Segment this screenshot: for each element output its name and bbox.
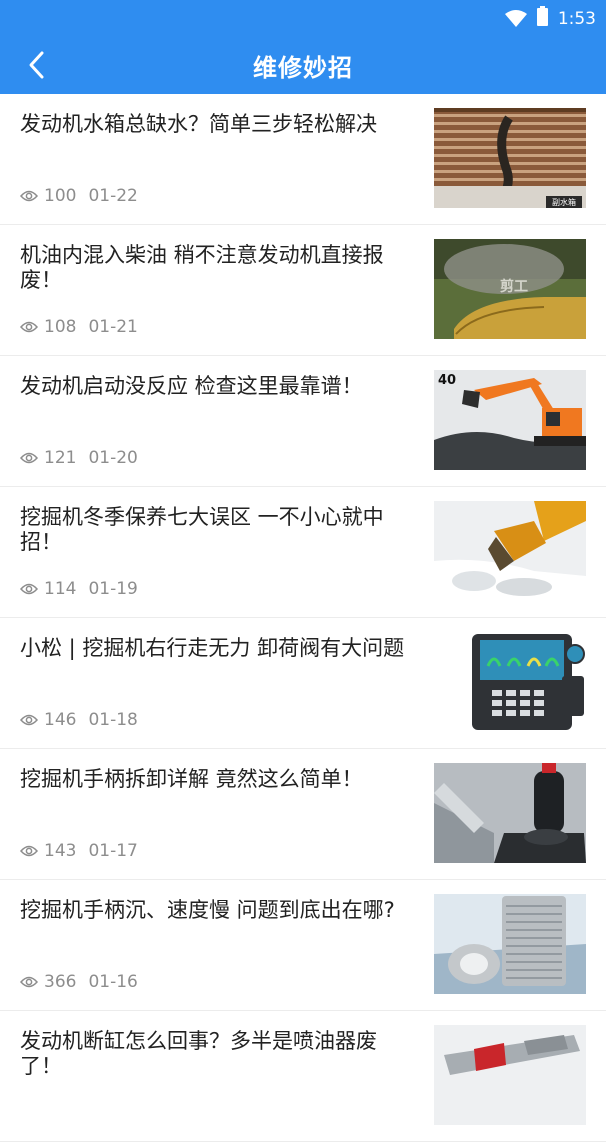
- article-thumbnail[interactable]: [434, 501, 586, 601]
- article-thumbnail[interactable]: 40: [434, 370, 586, 470]
- article-date: 01-20: [88, 448, 138, 468]
- view-count: 366: [44, 972, 77, 992]
- app-bar: 维修妙招: [0, 36, 606, 94]
- article-title: 发动机启动没反应 检查这里最靠谱！: [20, 374, 363, 398]
- status-bar: 1:53: [0, 0, 606, 36]
- view-count: 108: [44, 317, 77, 337]
- thumb-label: 40: [438, 373, 456, 388]
- article-meta: 143 01-17: [20, 841, 138, 861]
- article-thumbnail[interactable]: 剪工: [434, 239, 586, 339]
- article-title: 挖掘机手柄拆卸详解 竟然这么简单！: [20, 767, 363, 791]
- article-title: 挖掘机手柄沉、速度慢 问题到底出在哪?: [20, 898, 395, 922]
- thumb-label: 剪工: [500, 278, 528, 295]
- thumb-label: 副水箱: [552, 197, 576, 207]
- eye-icon: [20, 452, 38, 464]
- eye-icon: [20, 714, 38, 726]
- article-date: 01-19: [88, 579, 138, 599]
- battery-icon: [536, 6, 548, 31]
- eye-icon: [20, 845, 38, 857]
- list-item[interactable]: 发动机启动没反应 检查这里最靠谱！ 121 01-20 40: [0, 356, 606, 487]
- view-count: 114: [44, 579, 77, 599]
- article-thumbnail[interactable]: [434, 894, 586, 994]
- article-date: 01-16: [88, 972, 138, 992]
- article-date: 01-22: [88, 186, 138, 206]
- wifi-icon: [504, 9, 527, 28]
- article-meta: 121 01-20: [20, 448, 138, 468]
- list-item[interactable]: 挖掘机手柄拆卸详解 竟然这么简单！ 143 01-17: [0, 749, 606, 880]
- eye-icon: [20, 976, 38, 988]
- article-thumbnail[interactable]: [434, 632, 586, 732]
- article-title: 挖掘机冬季保养七大误区 一不小心就中招！: [20, 505, 384, 554]
- view-count: 143: [44, 841, 77, 861]
- view-count: 121: [44, 448, 77, 468]
- article-date: 01-18: [88, 710, 138, 730]
- eye-icon: [20, 190, 38, 202]
- article-title: 小松 | 挖掘机右行走无力 卸荷阀有大问题: [20, 636, 405, 660]
- view-count: 100: [44, 186, 77, 206]
- article-meta: 100 01-22: [20, 186, 138, 206]
- status-icons: 1:53: [504, 6, 596, 31]
- eye-icon: [20, 583, 38, 595]
- list-item[interactable]: 挖掘机手柄沉、速度慢 问题到底出在哪? 366 01-16: [0, 880, 606, 1011]
- article-title: 发动机断缸怎么回事？多半是喷油器废了！: [20, 1029, 377, 1078]
- list-item[interactable]: 小松 | 挖掘机右行走无力 卸荷阀有大问题 146 01-18: [0, 618, 606, 749]
- article-meta: 146 01-18: [20, 710, 138, 730]
- article-title: 机油内混入柴油 稍不注意发动机直接报废！: [20, 243, 384, 292]
- list-item[interactable]: 发动机水箱总缺水？简单三步轻松解决 100 01-22 副水箱: [0, 94, 606, 225]
- list-item[interactable]: 发动机断缸怎么回事？多半是喷油器废了！: [0, 1011, 606, 1142]
- article-list: 发动机水箱总缺水？简单三步轻松解决 100 01-22 副水箱 机油内混入柴油 …: [0, 94, 606, 1142]
- article-meta: 366 01-16: [20, 972, 138, 992]
- article-thumbnail[interactable]: 副水箱: [434, 108, 586, 208]
- list-item[interactable]: 机油内混入柴油 稍不注意发动机直接报废！ 108 01-21 剪工: [0, 225, 606, 356]
- article-date: 01-17: [88, 841, 138, 861]
- status-time: 1:53: [557, 8, 596, 29]
- article-meta: 108 01-21: [20, 317, 138, 337]
- eye-icon: [20, 321, 38, 333]
- article-thumbnail[interactable]: [434, 763, 586, 863]
- view-count: 146: [44, 710, 77, 730]
- article-title: 发动机水箱总缺水？简单三步轻松解决: [20, 112, 377, 136]
- article-date: 01-21: [88, 317, 138, 337]
- article-thumbnail[interactable]: [434, 1025, 586, 1125]
- article-meta: 114 01-19: [20, 579, 138, 599]
- page-title: 维修妙招: [253, 54, 353, 82]
- list-item[interactable]: 挖掘机冬季保养七大误区 一不小心就中招！ 114 01-19: [0, 487, 606, 618]
